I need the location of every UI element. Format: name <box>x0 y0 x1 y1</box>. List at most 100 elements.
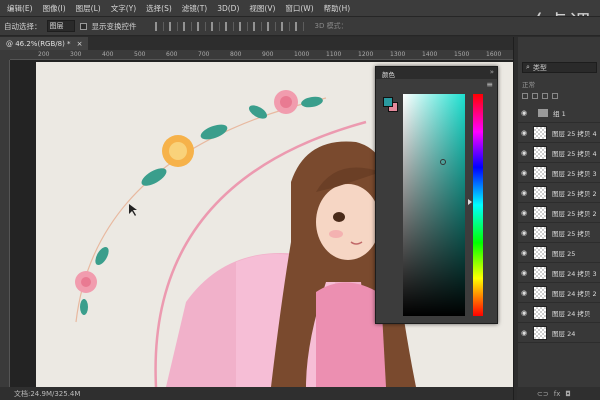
layer-name: 图层 24 拷贝 2 <box>552 289 597 298</box>
layer-thumbnail <box>533 145 547 160</box>
layer-row[interactable]: ◉ 图层 25 拷贝 4 <box>518 123 600 143</box>
layer-row[interactable]: ◉ 图层 25 拷贝 2 <box>518 183 600 203</box>
mask-icon[interactable]: ◘ <box>565 390 571 398</box>
menu-image[interactable]: 图像(I) <box>38 3 71 14</box>
menu-3d[interactable]: 3D(D) <box>212 4 244 13</box>
visibility-eye-icon[interactable]: ◉ <box>518 149 530 157</box>
visibility-eye-icon[interactable]: ◉ <box>518 289 530 297</box>
mode-3d-label: 3D 模式： <box>314 22 348 30</box>
distribute-right-icon[interactable] <box>266 21 276 31</box>
layer-name: 图层 25 拷贝 2 <box>552 189 597 198</box>
color-panel-title[interactable]: 颜色 <box>382 69 395 79</box>
ruler-tick: 900 <box>262 51 274 58</box>
layer-thumbnail <box>533 225 547 240</box>
lock-all-icon[interactable] <box>552 93 558 99</box>
align-center-icon[interactable] <box>168 21 178 31</box>
layer-thumbnail <box>533 305 547 320</box>
ruler-tick: 1300 <box>390 51 406 58</box>
layer-filter-dropdown[interactable]: ⌕ 类型 <box>522 62 597 73</box>
layer-group-row[interactable]: ◉ 组 1 <box>518 103 600 123</box>
distribute-left-icon[interactable] <box>238 21 248 31</box>
lock-artboard-icon[interactable] <box>542 93 548 99</box>
blend-mode-dropdown[interactable]: 正常 <box>522 79 566 89</box>
auto-select-dropdown[interactable]: 图层 <box>46 20 75 32</box>
menu-layer[interactable]: 图层(L) <box>71 3 106 14</box>
ruler-corner <box>0 50 10 60</box>
align-left-icon[interactable] <box>154 21 164 31</box>
distribute-center-icon[interactable] <box>252 21 262 31</box>
layer-thumbnail <box>533 165 547 180</box>
color-panel[interactable]: 颜色 » ≡ <box>375 66 498 324</box>
menu-type[interactable]: 文字(Y) <box>106 3 141 14</box>
visibility-eye-icon[interactable]: ◉ <box>518 309 530 317</box>
menu-edit[interactable]: 编辑(E) <box>2 3 38 14</box>
layer-row[interactable]: ◉ 图层 25 拷贝 <box>518 223 600 243</box>
layer-row[interactable]: ◉ 图层 24 <box>518 323 600 343</box>
document-tab[interactable]: @ 46.2%(RGB/8) * × <box>0 37 89 50</box>
visibility-eye-icon[interactable]: ◉ <box>518 209 530 217</box>
menu-filter[interactable]: 滤镜(T) <box>177 3 212 14</box>
visibility-eye-icon[interactable]: ◉ <box>518 229 530 237</box>
layer-row[interactable]: ◉ 图层 25 拷贝 4 <box>518 143 600 163</box>
color-panel-header[interactable]: 颜色 » <box>376 67 497 79</box>
visibility-eye-icon[interactable]: ◉ <box>518 109 530 117</box>
ruler-tick: 1500 <box>454 51 470 58</box>
layer-row[interactable]: ◉ 图层 25 拷贝 3 <box>518 163 600 183</box>
menu-help[interactable]: 帮助(H) <box>319 3 356 14</box>
visibility-eye-icon[interactable]: ◉ <box>518 169 530 177</box>
menu-select[interactable]: 选择(S) <box>141 3 177 14</box>
doc-size-status: 文档:24.9M/325.4M <box>14 389 81 398</box>
close-icon[interactable]: × <box>77 40 83 48</box>
layer-filter-label: 类型 <box>532 63 547 72</box>
visibility-eye-icon[interactable]: ◉ <box>518 129 530 137</box>
ruler-tick: 400 <box>102 51 114 58</box>
lock-position-icon[interactable] <box>532 93 538 99</box>
visibility-eye-icon[interactable]: ◉ <box>518 189 530 197</box>
layer-row[interactable]: ◉ 图层 25 拷贝 2 <box>518 203 600 223</box>
options-bar: 自动选择： 图层 显示变换控件 3D 模式： <box>0 16 600 36</box>
pointer-cursor <box>129 204 137 216</box>
link-icon[interactable]: ⊂⊃ <box>537 390 549 398</box>
layer-row[interactable]: ◉ 图层 24 拷贝 <box>518 303 600 323</box>
layers-footer: ⊂⊃ fx ◘ <box>517 387 600 400</box>
ruler-tick: 1000 <box>294 51 310 58</box>
layers-panel: ⌕ 类型 正常 ◉ 组 1 ◉ 图层 25 拷贝 4 ◉ 图层 25 拷贝 4 ◉ 图层 25… <box>513 37 600 400</box>
foreground-color-swatch[interactable] <box>383 97 393 107</box>
panel-menu-icon[interactable]: ≡ <box>486 80 493 89</box>
collapse-icon[interactable]: » <box>490 68 494 76</box>
leaf <box>95 246 109 266</box>
girl-face <box>316 184 380 260</box>
hue-slider-handle[interactable] <box>468 199 472 205</box>
layer-row[interactable]: ◉ 图层 24 拷贝 2 <box>518 283 600 303</box>
visibility-eye-icon[interactable]: ◉ <box>518 249 530 257</box>
lock-pixels-icon[interactable] <box>522 93 528 99</box>
visibility-eye-icon[interactable]: ◉ <box>518 269 530 277</box>
menu-view[interactable]: 视图(V) <box>244 3 280 14</box>
layer-thumbnail <box>533 245 547 260</box>
leaf <box>200 124 228 140</box>
menu-window[interactable]: 窗口(W) <box>280 3 318 14</box>
layer-row[interactable]: ◉ 图层 24 拷贝 3 <box>518 263 600 283</box>
hue-slider[interactable] <box>473 94 483 316</box>
layer-thumbnail <box>533 205 547 220</box>
visibility-eye-icon[interactable]: ◉ <box>518 329 530 337</box>
layer-name: 图层 25 拷贝 3 <box>552 169 597 178</box>
folder-icon <box>538 108 548 117</box>
align-bottom-icon[interactable] <box>224 21 234 31</box>
distribute-top-icon[interactable] <box>280 21 290 31</box>
align-right-icon[interactable] <box>182 21 192 31</box>
fx-icon[interactable]: fx <box>554 390 561 398</box>
layer-name: 图层 25 <box>552 249 576 258</box>
saturation-brightness-field[interactable] <box>403 94 465 316</box>
align-top-icon[interactable] <box>196 21 206 31</box>
layer-thumbnail <box>533 325 547 340</box>
show-transform-checkbox[interactable] <box>79 22 87 30</box>
distribute-bottom-icon[interactable] <box>294 21 304 31</box>
layer-name: 图层 24 拷贝 3 <box>552 269 597 278</box>
layer-row[interactable]: ◉ 图层 25 <box>518 243 600 263</box>
color-picker-cursor[interactable] <box>440 159 446 165</box>
align-middle-icon[interactable] <box>210 21 220 31</box>
ruler-tick: 200 <box>38 51 50 58</box>
layer-name: 图层 25 拷贝 <box>552 229 591 238</box>
layer-name: 图层 24 拷贝 <box>552 309 591 318</box>
